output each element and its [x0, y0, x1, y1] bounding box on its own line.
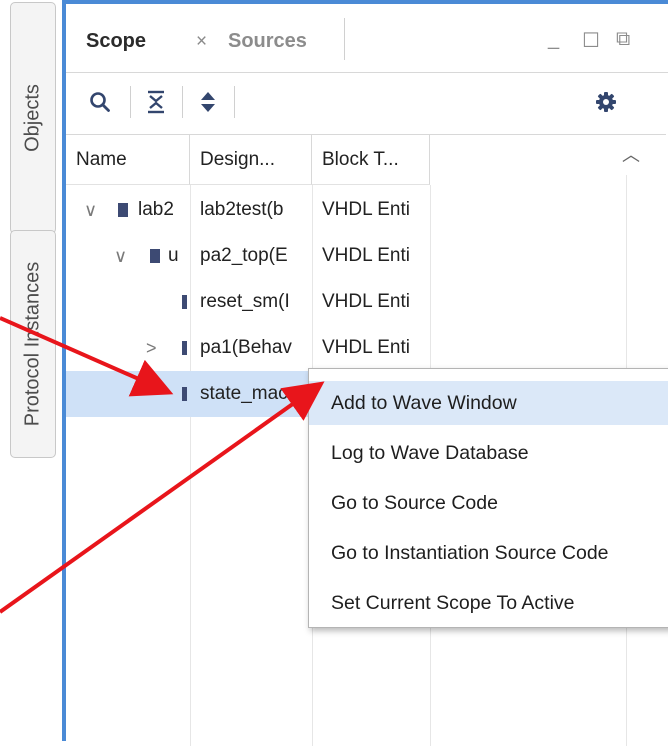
context-menu: Add to Wave Window Log to Wave Database … — [308, 368, 668, 628]
column-header-name[interactable]: Name — [66, 135, 190, 185]
row-design: reset_sm(I — [200, 291, 290, 312]
chevron-down-icon[interactable]: ∨ — [114, 233, 127, 279]
menu-item-add-to-wave-window[interactable]: Add to Wave Window — [309, 381, 668, 425]
menu-item-log-to-wave-database[interactable]: Log to Wave Database — [309, 431, 668, 475]
row-design: state_mac — [200, 383, 288, 404]
entity-icon — [150, 249, 160, 263]
row-design: lab2test(b — [200, 199, 284, 220]
objects-side-tab-label: Objects — [21, 84, 44, 152]
entity-icon — [118, 203, 128, 217]
toolbar — [66, 82, 668, 130]
row-block-type: VHDL Enti — [322, 245, 410, 266]
expand-all-icon[interactable] — [190, 82, 226, 122]
gear-icon[interactable] — [588, 82, 624, 122]
row-name: u — [168, 245, 179, 266]
minimize-icon[interactable]: _ — [548, 28, 559, 51]
column-header-block-type[interactable]: Block T... — [312, 135, 430, 185]
tab-scope[interactable]: Scope — [86, 30, 146, 53]
menu-item-set-current-scope-to-active[interactable]: Set Current Scope To Active — [309, 581, 668, 625]
search-icon[interactable] — [82, 82, 118, 122]
tab-sources[interactable]: Sources — [228, 30, 307, 53]
tree-row[interactable]: ∨ u pa2_top(E VHDL Enti — [66, 233, 430, 279]
menu-item-go-to-source-code[interactable]: Go to Source Code — [309, 481, 668, 525]
chevron-right-icon[interactable]: > — [146, 325, 157, 371]
row-block-type: VHDL Enti — [322, 199, 410, 220]
tab-close-icon[interactable]: × — [196, 31, 207, 53]
tree-row[interactable]: ∨ lab2 lab2test(b VHDL Enti — [66, 187, 430, 233]
tab-divider — [344, 18, 345, 60]
row-block-type: VHDL Enti — [322, 337, 410, 358]
maximize-icon[interactable]: ☐ — [582, 28, 600, 53]
objects-side-tab[interactable]: Objects — [10, 2, 56, 234]
tab-bar: Scope × Sources _ ☐ ⧉ — [66, 14, 668, 73]
restore-icon[interactable]: ⧉ — [616, 28, 630, 51]
row-block-type: VHDL Enti — [322, 291, 410, 312]
row-design: pa1(Behav — [200, 337, 292, 358]
row-name: lab2 — [138, 199, 174, 220]
column-header-design[interactable]: Design... — [190, 135, 312, 185]
chevron-down-icon[interactable]: ∨ — [84, 187, 97, 233]
toolbar-separator — [182, 86, 183, 118]
collapse-all-icon[interactable] — [138, 82, 174, 122]
entity-icon — [182, 295, 187, 309]
entity-icon — [182, 387, 187, 401]
side-tab-strip: Objects Protocol Instances — [0, 0, 58, 741]
tree-row[interactable]: > pa1(Behav VHDL Enti — [66, 325, 430, 371]
toolbar-separator — [130, 86, 131, 118]
toolbar-separator — [234, 86, 235, 118]
scroll-up-icon[interactable]: ︿ — [622, 141, 640, 167]
entity-icon — [182, 341, 187, 355]
tree-row[interactable]: reset_sm(I VHDL Enti — [66, 279, 430, 325]
protocol-instances-side-tab[interactable]: Protocol Instances — [10, 230, 56, 458]
menu-item-go-to-instantiation-source-code[interactable]: Go to Instantiation Source Code — [309, 531, 668, 575]
row-design: pa2_top(E — [200, 245, 288, 266]
protocol-instances-side-tab-label: Protocol Instances — [21, 261, 44, 427]
